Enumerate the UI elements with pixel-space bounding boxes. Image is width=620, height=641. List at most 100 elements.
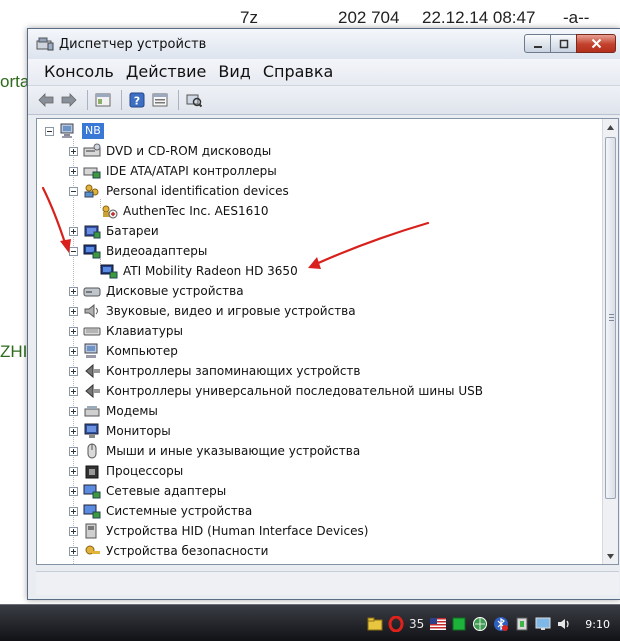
speaker-icon <box>558 619 569 629</box>
tree-category-item[interactable]: IDE ATA/ATAPI контроллеры <box>69 161 277 181</box>
bluetooth-icon <box>494 617 509 631</box>
tree-category-item[interactable]: Контроллеры универсальной последовательн… <box>69 381 483 401</box>
expand-toggle[interactable] <box>69 446 78 456</box>
expand-toggle[interactable] <box>69 286 78 296</box>
expand-toggle[interactable] <box>69 146 78 156</box>
background-text: 202 704 <box>338 8 400 27</box>
tree-category-item[interactable]: Устройства обработки изображений <box>69 561 337 564</box>
properties-button[interactable] <box>93 90 113 110</box>
tray-counter: 35 <box>409 617 425 631</box>
collapse-toggle[interactable] <box>69 186 78 196</box>
tree-category-item[interactable]: Дисковые устройства <box>69 281 244 301</box>
clock[interactable]: 9:10 <box>585 618 610 631</box>
close-button[interactable] <box>576 34 616 53</box>
tree-category-item[interactable]: Мыши и иные указывающие устройства <box>69 441 360 461</box>
mouse-icon <box>87 443 97 459</box>
tree-category-item[interactable]: Звуковые, видео и игровые устройства <box>69 301 356 321</box>
menu-console[interactable]: Консоль <box>38 60 120 84</box>
network-tray-icon[interactable] <box>472 616 488 632</box>
maximize-button[interactable] <box>550 34 577 53</box>
vertical-scrollbar[interactable] <box>602 119 618 564</box>
tree-device-item[interactable]: AuthenTec Inc. AES1610 <box>100 201 269 221</box>
expand-toggle[interactable] <box>69 366 78 376</box>
tree-item-label: Системные устройства <box>106 504 253 518</box>
bluetooth-tray-icon[interactable] <box>493 616 509 632</box>
view-button[interactable] <box>150 90 170 110</box>
display-tray-icon[interactable] <box>535 616 551 632</box>
menu-view[interactable]: Вид <box>212 60 256 84</box>
minimize-button[interactable] <box>524 34 551 53</box>
tree-category-item[interactable]: Сетевые адаптеры <box>69 481 226 501</box>
tree-category-item[interactable]: Компьютер <box>69 341 178 361</box>
help-icon: ? <box>129 92 145 108</box>
tree-category-item[interactable]: Personal identification devices <box>69 181 289 201</box>
tree-category-item[interactable]: Клавиатуры <box>69 321 183 341</box>
background-text: 7z <box>240 8 258 27</box>
expand-toggle[interactable] <box>69 386 78 396</box>
expand-toggle[interactable] <box>69 326 78 336</box>
view-icon <box>152 93 168 107</box>
opera-tray-icon[interactable] <box>388 616 404 632</box>
toolbar: ? <box>28 85 620 115</box>
monitor-icon <box>84 423 99 438</box>
background-file-listing: 7z 202 704 22.12.14 08:47 -a-- <box>0 0 620 30</box>
scroll-down-button[interactable] <box>603 548 618 564</box>
language-tray-icon[interactable] <box>430 616 447 632</box>
menu-help[interactable]: Справка <box>257 60 340 84</box>
folder-tray-icon[interactable] <box>367 616 383 632</box>
collapse-toggle[interactable] <box>69 246 78 256</box>
device-manager-icon <box>36 37 54 51</box>
expand-toggle[interactable] <box>69 426 78 436</box>
sound-device-icon <box>84 303 98 319</box>
tree-category-item[interactable]: Устройства безопасности <box>69 541 268 561</box>
computer-icon <box>60 123 74 138</box>
tree-category-item[interactable]: Процессоры <box>69 461 183 481</box>
title-bar[interactable]: Диспетчер устройств <box>28 29 620 59</box>
computer-name-label: NB <box>82 123 104 139</box>
tree-item-label: Мыши и иные указывающие устройства <box>106 444 361 458</box>
expand-toggle[interactable] <box>69 226 78 236</box>
scroll-up-button[interactable] <box>603 119 618 135</box>
scroll-thumb[interactable] <box>605 137 616 499</box>
tree-category-item[interactable]: Модемы <box>69 401 158 421</box>
tree-category-item[interactable]: Системные устройства <box>69 501 252 521</box>
tree-category-item[interactable]: Видеоадаптеры <box>69 241 207 261</box>
green-tray-icon[interactable] <box>451 616 467 632</box>
tree-category-item[interactable]: Мониторы <box>69 421 171 441</box>
expand-toggle[interactable] <box>69 406 78 416</box>
collapse-toggle[interactable] <box>45 126 54 136</box>
chevron-down-icon <box>607 553 614 559</box>
tree-root[interactable]: NB <box>45 121 104 141</box>
dvd-drive-icon <box>83 143 101 157</box>
help-button[interactable]: ? <box>127 90 147 110</box>
tree-item-label: Контроллеры универсальной последовательн… <box>106 384 483 398</box>
expand-toggle[interactable] <box>69 526 78 536</box>
expand-toggle[interactable] <box>69 166 78 176</box>
expand-toggle[interactable] <box>69 506 78 516</box>
volume-tray-icon[interactable] <box>556 616 572 632</box>
scroll-grip <box>609 314 614 323</box>
back-button[interactable] <box>36 90 56 110</box>
expand-toggle[interactable] <box>69 346 78 356</box>
safely-remove-tray-icon[interactable] <box>514 616 530 632</box>
expand-toggle[interactable] <box>69 546 78 556</box>
modem-icon <box>84 406 100 417</box>
forward-arrow-icon <box>61 93 77 107</box>
us-flag-icon <box>430 618 447 630</box>
usb-controller-icon <box>85 383 100 399</box>
scan-hardware-button[interactable] <box>184 90 204 110</box>
caption-buttons <box>524 34 616 53</box>
forward-button[interactable] <box>59 90 79 110</box>
expand-toggle[interactable] <box>69 486 78 496</box>
tree-item-label: Сетевые адаптеры <box>106 484 227 498</box>
tree-device-item[interactable]: ATI Mobility Radeon HD 3650 <box>100 261 298 281</box>
network-adapter-icon <box>83 484 101 499</box>
tree-category-item[interactable]: Устройства HID (Human Interface Devices) <box>69 521 368 541</box>
tree-category-item[interactable]: Контроллеры запоминающих устройств <box>69 361 360 381</box>
tree-category-item[interactable]: DVD и CD-ROM дисководы <box>69 141 271 161</box>
expand-toggle[interactable] <box>69 306 78 316</box>
expand-toggle[interactable] <box>69 466 78 476</box>
tree-category-item[interactable]: Батареи <box>69 221 159 241</box>
tree-item-label: DVD и CD-ROM дисководы <box>106 144 272 158</box>
menu-action[interactable]: Действие <box>120 60 213 84</box>
